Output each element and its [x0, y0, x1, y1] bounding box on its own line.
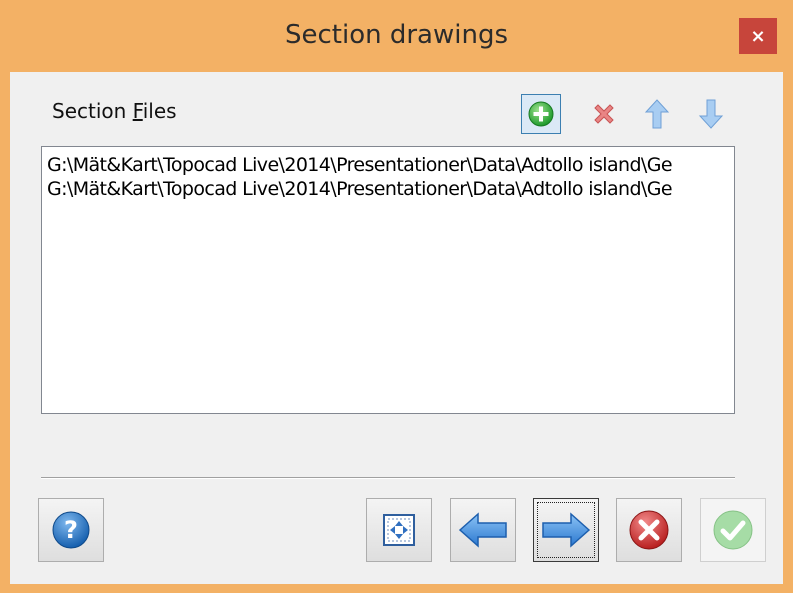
- arrow-up-icon: [644, 99, 670, 129]
- arrow-left-icon: [458, 512, 507, 548]
- cancel-icon: [629, 510, 669, 550]
- move-up-button[interactable]: [637, 94, 677, 134]
- arrow-right-icon: [542, 512, 591, 548]
- add-icon: [528, 101, 554, 127]
- add-file-button[interactable]: [521, 94, 561, 134]
- list-item[interactable]: G:\Mät&Kart\Topocad Live\2014\Presentati…: [42, 153, 734, 177]
- remove-file-button[interactable]: [584, 94, 624, 134]
- move-down-button[interactable]: [691, 94, 731, 134]
- list-item[interactable]: G:\Mät&Kart\Topocad Live\2014\Presentati…: [42, 177, 734, 201]
- cancel-button[interactable]: [616, 498, 682, 562]
- section-files-list[interactable]: G:\Mät&Kart\Topocad Live\2014\Presentati…: [41, 146, 735, 414]
- separator: [41, 477, 735, 479]
- window-title: Section drawings: [284, 20, 508, 50]
- title-bar[interactable]: Section drawings ×: [0, 0, 793, 72]
- arrow-down-icon: [698, 99, 724, 129]
- next-button[interactable]: [533, 498, 599, 562]
- help-button[interactable]: ?: [38, 498, 104, 562]
- checkmark-icon: [713, 510, 753, 550]
- close-button[interactable]: ×: [739, 18, 777, 54]
- zoom-extents-button[interactable]: [366, 498, 432, 562]
- dialog-window: Section drawings × Section Files G:\Mät&…: [0, 0, 793, 593]
- section-files-label: Section Files: [52, 99, 177, 123]
- svg-text:?: ?: [64, 516, 78, 544]
- help-icon: ?: [52, 511, 90, 549]
- close-icon: ×: [750, 25, 766, 47]
- finish-button[interactable]: [700, 498, 766, 562]
- remove-icon: [594, 104, 614, 124]
- zoom-extents-icon: [383, 514, 415, 546]
- back-button[interactable]: [450, 498, 516, 562]
- dialog-content: Section Files G:\Mät&Kart\Topocad Live\2…: [10, 72, 783, 584]
